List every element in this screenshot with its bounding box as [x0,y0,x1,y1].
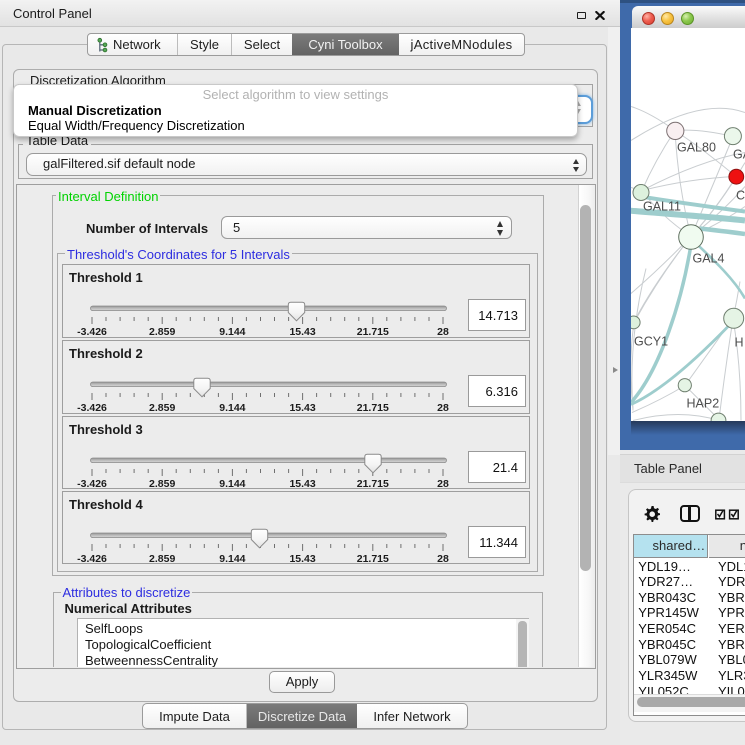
svg-text:9.144: 9.144 [219,402,245,414]
svg-text:HAP2: HAP2 [687,396,720,410]
svg-text:H: H [735,335,744,349]
svg-text:2.859: 2.859 [149,402,175,414]
svg-text:GAL80: GAL80 [677,140,716,154]
svg-text:15.43: 15.43 [289,326,315,338]
svg-text:15.43: 15.43 [289,553,315,565]
svg-text:-3.426: -3.426 [77,326,107,338]
svg-text:GCY1: GCY1 [634,334,668,348]
svg-text:GAL4: GAL4 [693,251,725,265]
svg-text:2.859: 2.859 [149,326,175,338]
svg-text:15.43: 15.43 [289,478,315,490]
svg-text:9.144: 9.144 [219,326,245,338]
svg-text:28: 28 [437,402,449,414]
svg-text:2.859: 2.859 [149,478,175,490]
svg-text:-3.426: -3.426 [77,553,107,565]
svg-text:28: 28 [437,326,449,338]
svg-text:21.715: 21.715 [357,326,389,338]
svg-text:-3.426: -3.426 [77,478,107,490]
svg-text:GAL11: GAL11 [643,199,681,213]
svg-text:9.144: 9.144 [219,553,245,565]
svg-text:28: 28 [437,478,449,490]
svg-text:2.859: 2.859 [149,553,175,565]
svg-text:GA: GA [733,147,745,161]
svg-text:15.43: 15.43 [289,402,315,414]
svg-text:C: C [736,188,745,202]
svg-text:28: 28 [437,553,449,565]
svg-text:21.715: 21.715 [357,478,389,490]
svg-text:21.715: 21.715 [357,402,389,414]
svg-text:-3.426: -3.426 [77,402,107,414]
svg-text:9.144: 9.144 [219,478,245,490]
svg-text:21.715: 21.715 [357,553,389,565]
